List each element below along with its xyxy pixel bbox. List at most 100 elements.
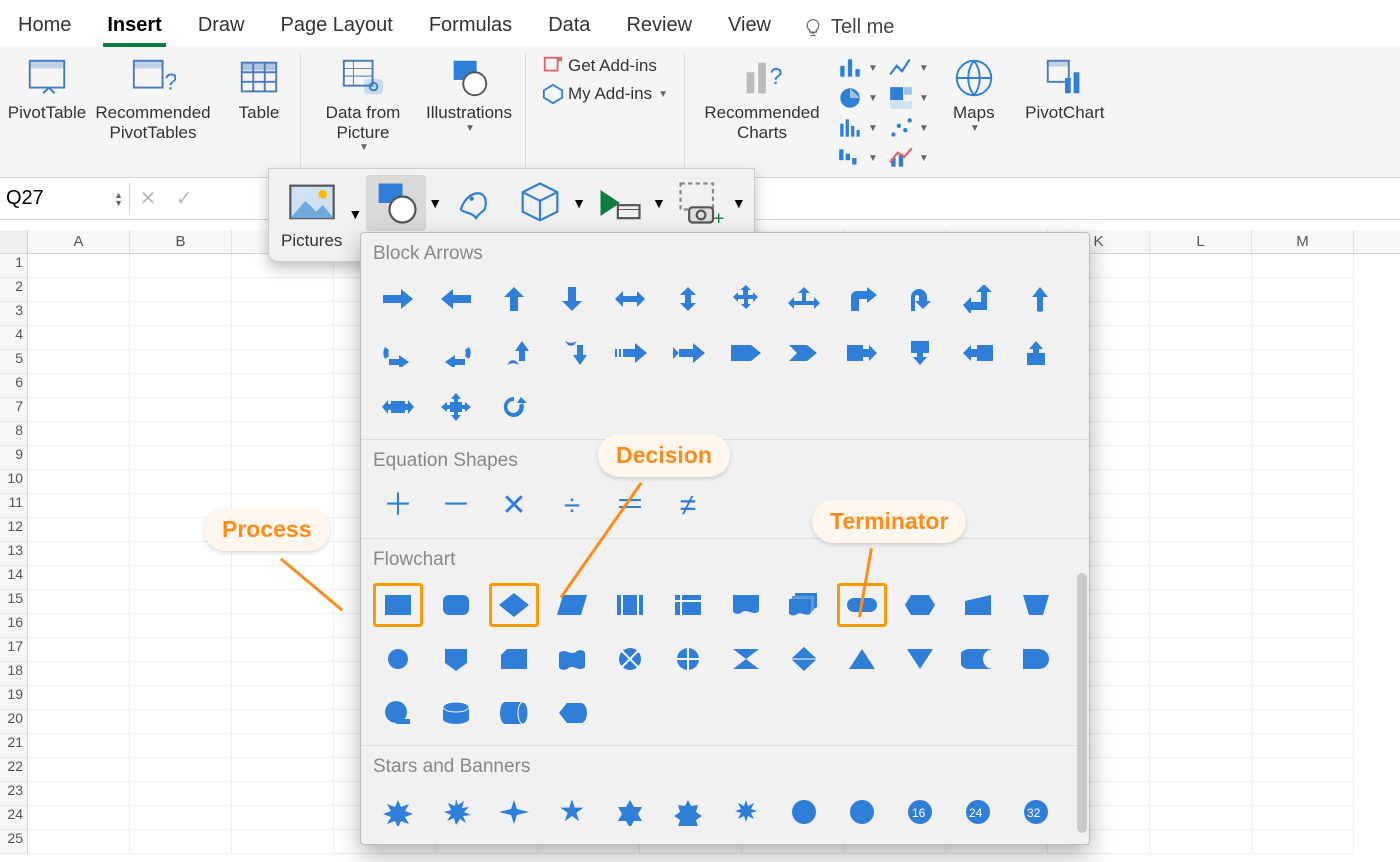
tab-page-layout[interactable]: Page Layout xyxy=(277,8,397,47)
cell[interactable] xyxy=(1252,374,1354,398)
treemap-button[interactable]: ▼ xyxy=(888,85,929,111)
tab-insert[interactable]: Insert xyxy=(103,8,165,47)
cell[interactable] xyxy=(1252,734,1354,758)
cell[interactable] xyxy=(1150,470,1252,494)
cell[interactable] xyxy=(28,806,130,830)
multiply-shape[interactable]: ✕ xyxy=(489,484,539,528)
cell[interactable] xyxy=(130,662,232,686)
row-header[interactable]: 23 xyxy=(0,782,28,806)
flowchart-display[interactable] xyxy=(547,691,597,735)
cell[interactable] xyxy=(28,518,130,542)
cell[interactable] xyxy=(28,446,130,470)
cell[interactable] xyxy=(1252,566,1354,590)
cell[interactable] xyxy=(28,662,130,686)
cell[interactable] xyxy=(232,590,334,614)
cell[interactable] xyxy=(232,398,334,422)
cell[interactable] xyxy=(28,278,130,302)
flowchart-data[interactable] xyxy=(547,583,597,627)
cell[interactable] xyxy=(28,326,130,350)
star-10[interactable] xyxy=(779,790,829,834)
cell[interactable] xyxy=(1252,782,1354,806)
cell[interactable] xyxy=(130,326,232,350)
cell[interactable] xyxy=(1150,686,1252,710)
flowchart-or[interactable] xyxy=(663,637,713,681)
3d-models-button[interactable] xyxy=(510,175,570,231)
cell[interactable] xyxy=(232,614,334,638)
cell[interactable] xyxy=(1150,350,1252,374)
arrow-right[interactable] xyxy=(373,277,423,321)
arrow-up-down[interactable] xyxy=(663,277,713,321)
cell[interactable] xyxy=(28,686,130,710)
enter-formula-button[interactable]: ✓ xyxy=(166,186,202,211)
cell[interactable] xyxy=(130,566,232,590)
cell[interactable] xyxy=(232,422,334,446)
cell[interactable] xyxy=(28,614,130,638)
arrow-down[interactable] xyxy=(547,277,597,321)
cell[interactable] xyxy=(1150,614,1252,638)
smartart-button[interactable] xyxy=(590,175,650,231)
cell[interactable] xyxy=(1252,830,1354,854)
arrow-callout-down[interactable] xyxy=(895,331,945,375)
pentagon-arrow[interactable] xyxy=(721,331,771,375)
cell[interactable] xyxy=(1150,758,1252,782)
pivotchart-button[interactable]: PivotChart xyxy=(1015,53,1115,123)
cell[interactable] xyxy=(130,278,232,302)
cell[interactable] xyxy=(28,710,130,734)
cell[interactable] xyxy=(130,830,232,854)
cell[interactable] xyxy=(1252,422,1354,446)
not-equal-shape[interactable]: ≠ xyxy=(663,484,713,528)
cell[interactable] xyxy=(1150,398,1252,422)
cell[interactable] xyxy=(28,830,130,854)
cell[interactable] xyxy=(1150,494,1252,518)
cell[interactable] xyxy=(28,470,130,494)
arrow-curved-left[interactable] xyxy=(431,331,481,375)
cell[interactable] xyxy=(232,686,334,710)
cell[interactable] xyxy=(130,350,232,374)
divide-shape[interactable]: ÷ xyxy=(547,484,597,528)
cell[interactable] xyxy=(232,446,334,470)
cell[interactable] xyxy=(1252,326,1354,350)
waterfall-button[interactable]: ▼ xyxy=(837,145,878,171)
col-header[interactable]: B xyxy=(130,230,232,253)
arrow-curved-down[interactable] xyxy=(547,331,597,375)
pivottable-button[interactable]: PivotTable xyxy=(12,53,82,123)
cell[interactable] xyxy=(232,662,334,686)
cell[interactable] xyxy=(232,830,334,854)
row-header[interactable]: 22 xyxy=(0,758,28,782)
col-header[interactable]: L xyxy=(1150,230,1252,253)
flowchart-manual-input[interactable] xyxy=(953,583,1003,627)
cell[interactable] xyxy=(232,734,334,758)
cell[interactable] xyxy=(28,422,130,446)
cell[interactable] xyxy=(1150,590,1252,614)
flowchart-collate[interactable] xyxy=(721,637,771,681)
cell[interactable] xyxy=(1252,470,1354,494)
cell[interactable] xyxy=(1150,518,1252,542)
arrow-bent-right[interactable] xyxy=(837,277,887,321)
row-header[interactable]: 4 xyxy=(0,326,28,350)
arrow-callout-right[interactable] xyxy=(837,331,887,375)
line-chart-button[interactable]: ▼ xyxy=(888,55,929,81)
flowchart-multidocument[interactable] xyxy=(779,583,829,627)
cell[interactable] xyxy=(1150,566,1252,590)
cell[interactable] xyxy=(1252,494,1354,518)
flowchart-decision[interactable] xyxy=(489,583,539,627)
cell[interactable] xyxy=(1252,446,1354,470)
row-header[interactable]: 6 xyxy=(0,374,28,398)
row-header[interactable]: 2 xyxy=(0,278,28,302)
cell[interactable] xyxy=(1150,422,1252,446)
cell[interactable] xyxy=(28,302,130,326)
cell[interactable] xyxy=(1150,542,1252,566)
tab-draw[interactable]: Draw xyxy=(194,8,249,47)
flowchart-card[interactable] xyxy=(489,637,539,681)
select-all-corner[interactable] xyxy=(0,230,28,253)
arrow-callout-quad[interactable] xyxy=(431,385,481,429)
arrow-left-right[interactable] xyxy=(605,277,655,321)
cell[interactable] xyxy=(1252,542,1354,566)
cell[interactable] xyxy=(232,758,334,782)
flowchart-predefined-process[interactable] xyxy=(605,583,655,627)
pie-chart-button[interactable]: ▼ xyxy=(837,85,878,111)
cell[interactable] xyxy=(28,350,130,374)
chevron-down-icon[interactable]: ▼ xyxy=(732,195,746,211)
plus-shape[interactable]: ＋ xyxy=(373,484,423,528)
flowchart-manual-operation[interactable] xyxy=(1011,583,1061,627)
